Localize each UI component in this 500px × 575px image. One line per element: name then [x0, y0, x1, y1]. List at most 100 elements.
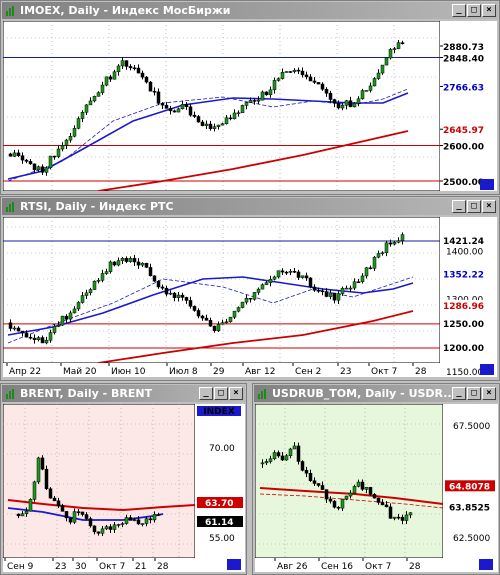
rtsi-price-chart[interactable]: 1400.001300.001150.001421.241352.221286.… [3, 217, 497, 377]
x-tick-label: Окт 7 [371, 367, 397, 377]
brent-candle [52, 497, 57, 502]
rtsi-candle [244, 297, 249, 303]
rtsi-candle [220, 322, 225, 325]
brent-candle [128, 517, 133, 521]
rtsi-candle [248, 297, 253, 300]
rtsi-candle [64, 315, 69, 320]
imoex-candle [288, 71, 293, 73]
maximize-button[interactable]: □ [467, 4, 481, 17]
usdrub-candle [260, 462, 265, 465]
imoex-chart-window[interactable]: IMOEX, Daily - Индекс МосБиржи _ □ × 288… [0, 0, 500, 195]
usdrub-window-title: USDRUB_TOM, Daily - USDR... [272, 387, 452, 400]
usdrub-candle [336, 507, 341, 509]
maximize-button[interactable]: □ [467, 387, 481, 400]
rtsi-candle [104, 271, 109, 274]
rtsi-candle [256, 288, 261, 293]
usdrub-chart-window[interactable]: USDRUB_TOM, Daily - USDR... _ □ × 67.500… [252, 383, 500, 575]
brent-candle [68, 517, 73, 523]
brent-candle [36, 457, 41, 483]
price-label: 1421.24 [443, 237, 484, 247]
rtsi-candle [228, 316, 233, 323]
brent-candle [100, 528, 105, 534]
imoex-title-bar[interactable]: IMOEX, Daily - Индекс МосБиржи _ □ × [2, 2, 498, 19]
rtsi-candle [188, 300, 193, 307]
imoex-candle [104, 76, 109, 86]
usdrub-candle [380, 502, 385, 506]
rtsi-candle [92, 280, 97, 290]
imoex-candle [264, 91, 269, 96]
maximize-button[interactable]: □ [467, 200, 481, 213]
brent-candle [144, 518, 149, 524]
rtsi-candle [336, 293, 341, 301]
y-tick-label: 62.5000 [453, 534, 490, 544]
rtsi-candle [72, 308, 77, 314]
rtsi-candle [296, 271, 301, 278]
imoex-candle [360, 90, 365, 100]
brent-title-bar[interactable]: BRENT, Daily - BRENT _ □ × [2, 385, 245, 402]
imoex-candle [176, 108, 181, 113]
maximize-button[interactable]: □ [214, 387, 228, 400]
imoex-candle [324, 88, 329, 94]
usdrub-candle [316, 483, 321, 486]
brent-chart-window[interactable]: BRENT, Daily - BRENT _ □ × INDEX 70.00 55.… [0, 383, 247, 575]
close-button[interactable]: × [482, 387, 496, 400]
brent-candle [104, 526, 109, 530]
imoex-price-chart[interactable]: 2880.73 2848.40 2766.63 2645.97 2600.00 2500.… [3, 21, 497, 191]
usdrub-candle [292, 445, 297, 450]
price-label: 1200.00 [443, 344, 484, 354]
rtsi-chart-window[interactable]: RTSI, Daily - Индекс РТС _ □ × 1400.00 13… [0, 196, 500, 381]
x-tick-label: Сен 9 [7, 562, 34, 572]
rtsi-candle [368, 267, 373, 269]
x-tick-label: Авг 26 [277, 562, 308, 572]
minimize-button[interactable]: _ [452, 4, 466, 17]
usdrub-candle [328, 498, 333, 502]
close-button[interactable]: × [482, 4, 496, 17]
usdrub-candle [280, 455, 285, 461]
usdrub-candle [396, 516, 401, 519]
rtsi-candle [164, 287, 169, 295]
brent-candle [80, 511, 85, 515]
brent-candle [72, 511, 77, 523]
minimize-button[interactable]: _ [199, 387, 213, 400]
close-button[interactable]: × [229, 387, 243, 400]
usdrub-candle [400, 516, 405, 521]
rtsi-candle [280, 270, 285, 273]
usdrub-title-bar[interactable]: USDRUB_TOM, Daily - USDR... _ □ × [254, 385, 498, 402]
price-label: 63.8525 [449, 504, 490, 514]
rtsi-candle [180, 294, 185, 298]
imoex-candle [152, 90, 157, 93]
x-tick-label: Окт 7 [99, 562, 125, 572]
minimize-button[interactable]: _ [452, 200, 466, 213]
rtsi-candle [264, 282, 269, 285]
rtsi-candle [120, 258, 125, 261]
usdrub-price-chart[interactable]: 67.5000 62.5000 64.8078 63.8525 Авг 26 Сен 16… [255, 404, 498, 572]
y-tick-label: 70.00 [209, 444, 235, 454]
rtsi-candle [144, 262, 149, 268]
rtsi-candle [236, 307, 241, 312]
usdrub-candle [360, 481, 365, 490]
minimize-button[interactable]: _ [452, 387, 466, 400]
rtsi-title-bar[interactable]: RTSI, Daily - Индекс РТС _ □ × [2, 198, 498, 215]
brent-candle [60, 505, 65, 512]
brent-candle [112, 524, 117, 530]
rtsi-candle [56, 324, 61, 327]
rtsi-candle [396, 240, 401, 243]
brent-price-chart[interactable]: INDEX 70.00 55.00 63.70 61.14 Сен 9 23 30 Окт 7 2… [3, 404, 245, 572]
rtsi-candle [8, 322, 13, 329]
close-button[interactable]: × [482, 200, 496, 213]
imoex-candle [312, 80, 317, 83]
imoex-candle [136, 67, 141, 74]
rtsi-candle [48, 332, 53, 341]
imoex-candle [72, 128, 77, 137]
rtsi-candle [172, 292, 177, 298]
rtsi-candle [276, 270, 281, 278]
usdrub-candle [376, 497, 381, 503]
imoex-candle [372, 78, 377, 87]
imoex-candle [240, 105, 245, 114]
imoex-candle [308, 76, 313, 82]
brent-candle [16, 513, 21, 517]
imoex-candle [252, 100, 257, 102]
imoex-candle [100, 84, 105, 93]
rtsi-candle [316, 290, 321, 292]
rtsi-candle [68, 312, 73, 320]
